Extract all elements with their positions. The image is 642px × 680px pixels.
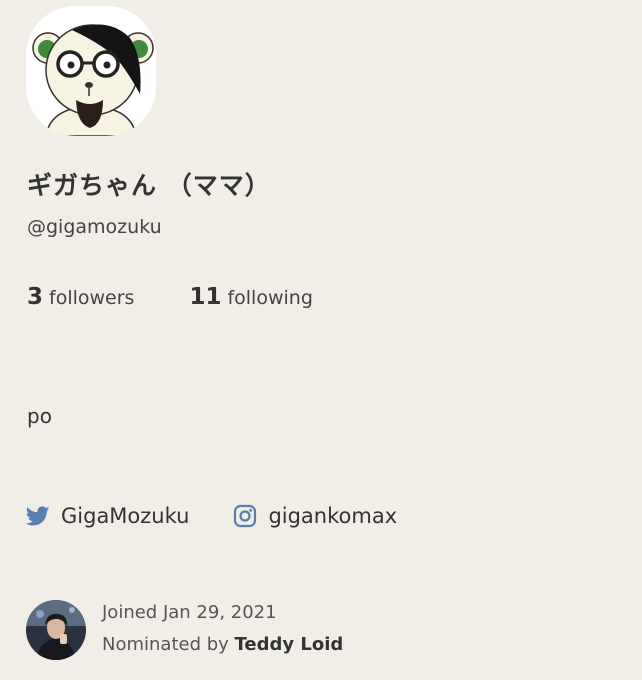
twitter-bird-icon	[26, 504, 50, 528]
instagram-icon	[233, 504, 257, 528]
nominator-name-link[interactable]: Teddy Loid	[235, 634, 344, 655]
twitter-link[interactable]: GigaMozuku	[26, 504, 189, 528]
following-label: following	[227, 287, 313, 309]
profile-bio: po	[27, 404, 52, 428]
bear-avatar-icon	[26, 6, 156, 136]
profile-name: ギガちゃん （ママ）	[27, 171, 271, 200]
instagram-link[interactable]: gigankomax	[233, 504, 397, 528]
followers-link[interactable]: 3 followers	[27, 284, 134, 310]
nominated-by: Nominated by Teddy Loid	[102, 634, 343, 655]
joined-info: Joined Jan 29, 2021 Nominated by Teddy L…	[26, 600, 586, 664]
joined-date: Joined Jan 29, 2021	[102, 602, 277, 623]
nominator-avatar[interactable]	[26, 600, 86, 660]
following-count: 11	[189, 284, 222, 310]
nominator-avatar-photo	[26, 600, 86, 660]
followers-label: followers	[49, 287, 135, 309]
profile-card: ギガちゃん （ママ） @gigamozuku 3 followers 11 fo…	[26, 6, 626, 676]
following-link[interactable]: 11 following	[189, 284, 312, 310]
social-links: GigaMozuku gigankomax	[26, 504, 397, 528]
profile-handle: @gigamozuku	[27, 216, 162, 238]
instagram-handle: gigankomax	[268, 504, 398, 528]
followers-count: 3	[27, 284, 44, 310]
twitter-handle: GigaMozuku	[61, 504, 190, 528]
profile-stats: 3 followers 11 following	[27, 284, 313, 310]
nominated-prefix: Nominated by	[102, 634, 229, 655]
profile-avatar[interactable]	[26, 6, 156, 136]
